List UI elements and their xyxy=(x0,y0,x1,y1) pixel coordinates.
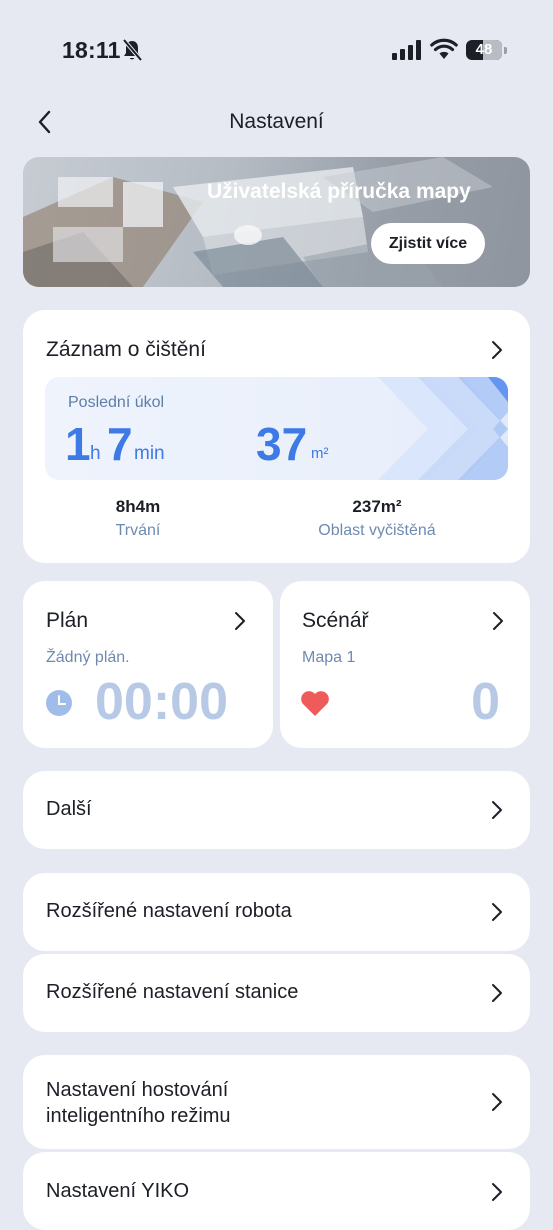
minutes-unit: min xyxy=(134,443,165,464)
duration-hours: 1 xyxy=(65,418,91,470)
yiko-settings-row[interactable]: Nastavení YIKO xyxy=(23,1152,530,1230)
battery-indicator: 48 xyxy=(466,38,508,62)
plan-time: 00:00 xyxy=(95,673,228,731)
area-unit: m² xyxy=(311,445,329,462)
smart-mode-hosting-label: Nastavení hostování inteligentního režim… xyxy=(46,1077,231,1129)
cleaning-record-title: Záznam o čištění xyxy=(46,338,206,361)
scenario-card[interactable]: Scénář Mapa 1 0 xyxy=(280,581,530,748)
map-guide-banner[interactable] xyxy=(23,157,530,287)
hours-unit: h xyxy=(90,443,101,464)
chevron-right-icon xyxy=(492,801,502,819)
battery-percent: 48 xyxy=(475,41,493,58)
chevron-right-icon xyxy=(492,341,502,359)
last-task-panel: Poslední úkol 1 h 7 min 37 m² xyxy=(45,377,508,480)
duration-minutes: 7 xyxy=(107,418,133,470)
last-task-label: Poslední úkol xyxy=(68,394,165,411)
more-row[interactable]: Další xyxy=(23,771,530,849)
smart-mode-hosting-line1: Nastavení hostování xyxy=(46,1079,229,1101)
robot-settings-row[interactable]: Rozšířené nastavení robota xyxy=(23,873,530,951)
bell-muted-icon xyxy=(122,38,143,62)
status-bar: 18:11 48 xyxy=(0,0,553,100)
chevron-right-icon xyxy=(492,903,502,921)
total-duration-value: 8h4m xyxy=(115,497,161,516)
chevron-right-icon xyxy=(492,1183,502,1201)
cleaned-area: 37 xyxy=(256,418,308,470)
learn-more-button[interactable]: Zjistit více xyxy=(371,223,485,264)
chevron-right-icon xyxy=(493,612,503,630)
station-settings-label: Rozšířené nastavení stanice xyxy=(46,981,299,1003)
banner-title: Uživatelská příručka mapy xyxy=(207,180,471,203)
clock-icon xyxy=(46,690,72,716)
page-title: Nastavení xyxy=(229,110,324,133)
scenario-count: 0 xyxy=(471,673,500,731)
room-illustration xyxy=(23,157,493,287)
status-time: 18:11 xyxy=(62,37,121,63)
scenario-title: Scénář xyxy=(302,609,369,632)
smart-mode-hosting-line2: inteligentního režimu xyxy=(46,1105,231,1127)
robot-settings-label: Rozšířené nastavení robota xyxy=(46,900,292,922)
chevron-decoration xyxy=(378,377,508,480)
more-label: Další xyxy=(46,798,92,820)
cleaning-record-card[interactable]: Záznam o čištění Poslední úkol 1 h 7 min… xyxy=(23,310,530,563)
scenario-map: Mapa 1 xyxy=(302,649,356,666)
total-area-label: Oblast vyčištěná xyxy=(318,522,436,539)
heart-icon xyxy=(301,691,329,716)
total-duration-label: Trvání xyxy=(115,522,161,539)
total-area-value: 237m² xyxy=(352,497,402,516)
plan-card[interactable]: Plán Žádný plán. 00:00 xyxy=(23,581,273,748)
plan-title: Plán xyxy=(46,609,89,632)
station-settings-row[interactable]: Rozšířené nastavení stanice xyxy=(23,954,530,1032)
cellular-signal-icon xyxy=(392,40,421,60)
smart-mode-hosting-row[interactable]: Nastavení hostování inteligentního režim… xyxy=(23,1055,530,1149)
wifi-icon xyxy=(430,38,458,59)
chevron-right-icon xyxy=(235,612,245,630)
chevron-right-icon xyxy=(492,1093,502,1111)
plan-status: Žádný plán. xyxy=(46,649,130,666)
chevron-right-icon xyxy=(492,984,502,1002)
